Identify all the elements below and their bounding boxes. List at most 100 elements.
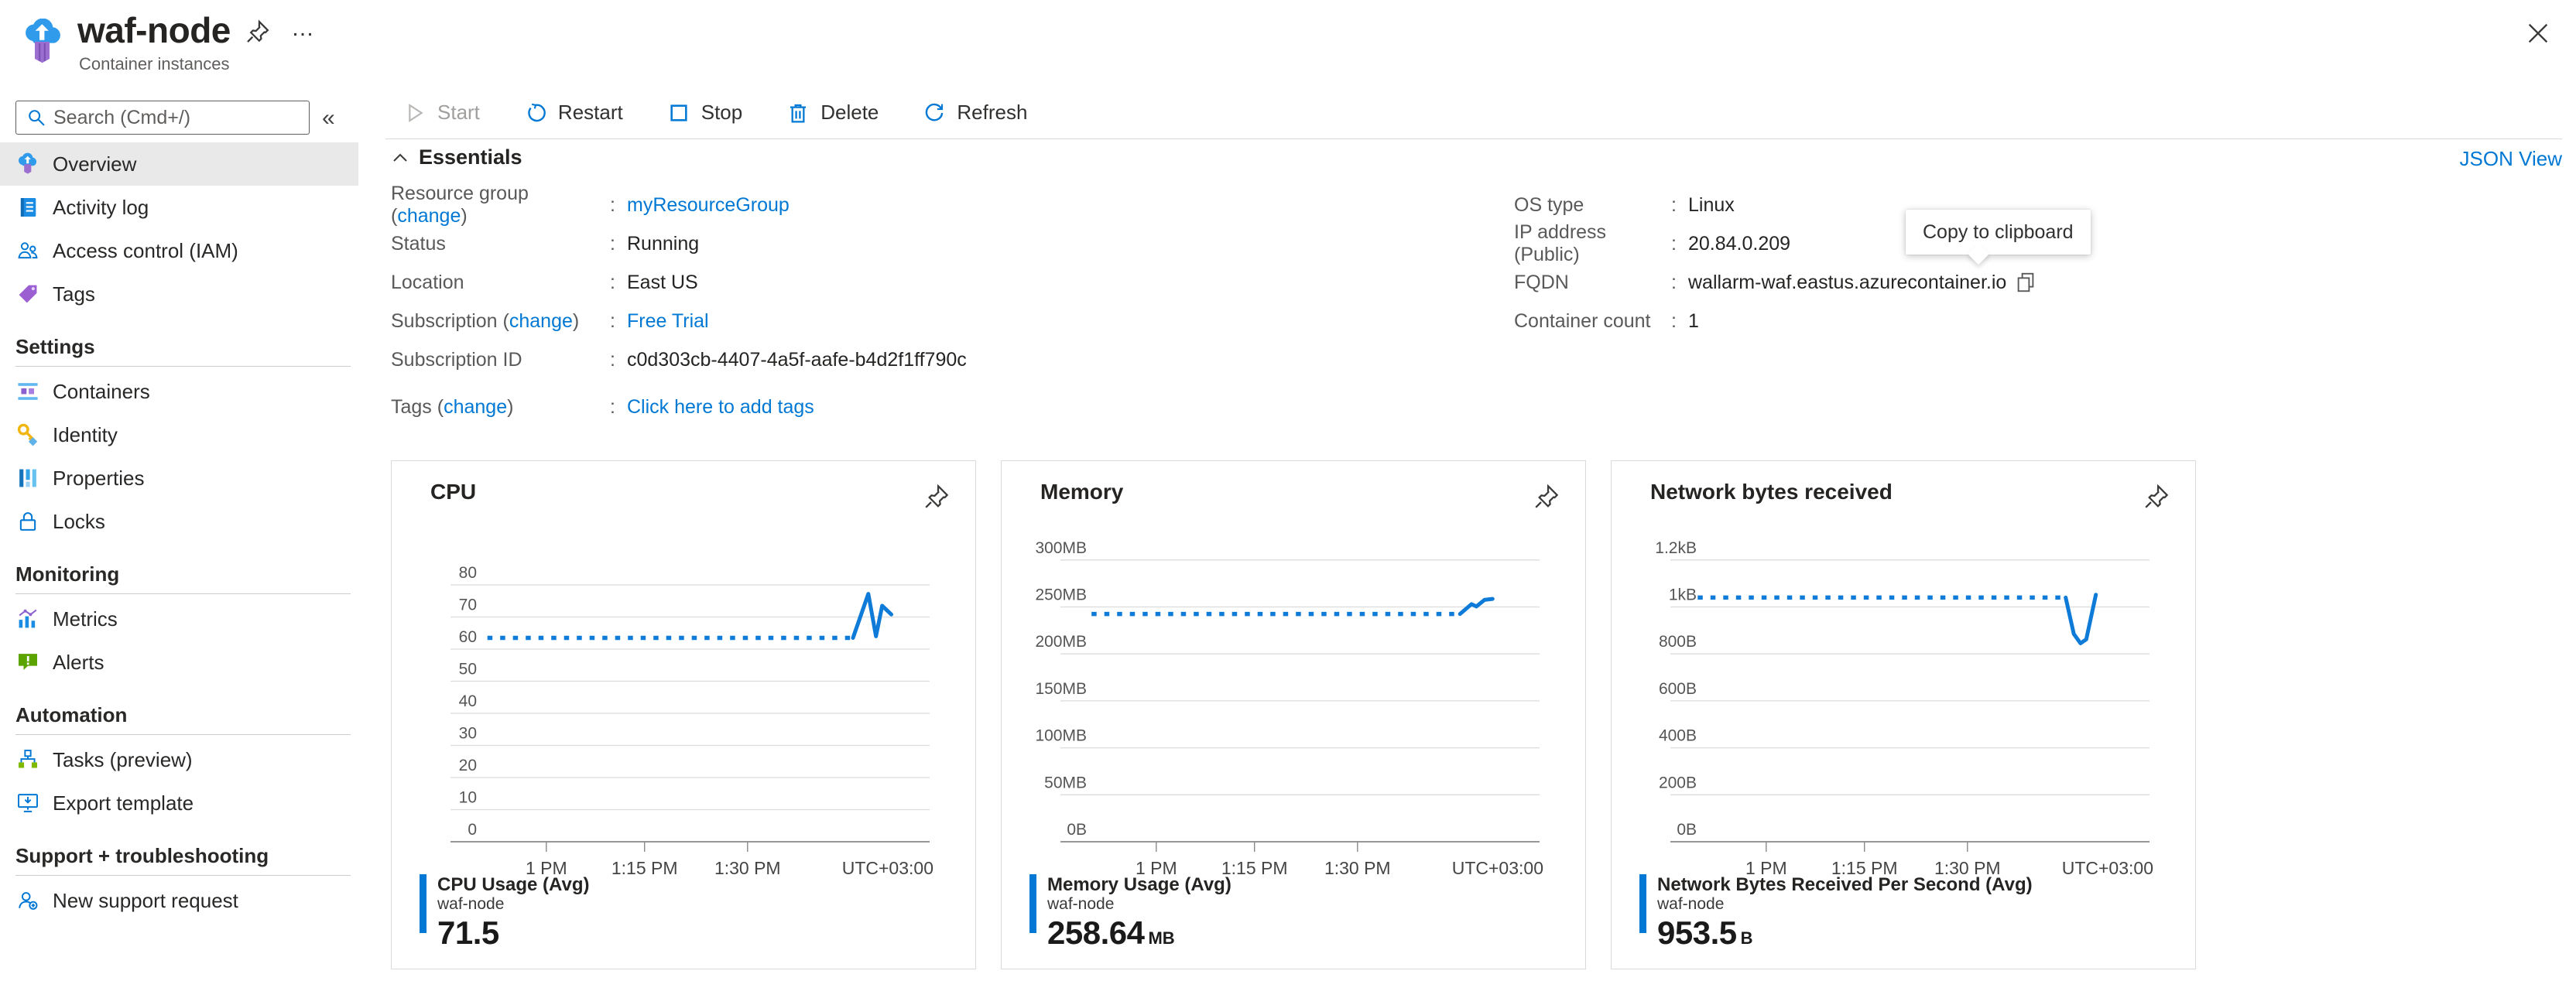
delete-button[interactable]: Delete	[786, 101, 879, 125]
sidebar-item-label: Containers	[53, 380, 150, 404]
add-tags-link[interactable]: Click here to add tags	[627, 396, 814, 419]
ip-address-value: 20.84.0.209	[1688, 233, 1790, 255]
refresh-label: Refresh	[957, 101, 1027, 125]
restart-button[interactable]: Restart	[523, 101, 623, 125]
divider	[15, 366, 351, 367]
start-label: Start	[437, 101, 480, 125]
refresh-icon	[922, 101, 947, 125]
start-button[interactable]: Start	[402, 101, 480, 125]
pin-icon[interactable]	[245, 19, 271, 45]
os-type-value: Linux	[1688, 194, 1735, 217]
chart-title: CPU	[430, 480, 476, 504]
delete-label: Delete	[820, 101, 879, 125]
delete-icon	[786, 101, 810, 125]
change-tags-link[interactable]: change	[444, 396, 507, 418]
sidebar-item-access-control[interactable]: Access control (IAM)	[0, 229, 358, 272]
subscription-value[interactable]: Free Trial	[627, 310, 709, 333]
refresh-button[interactable]: Refresh	[922, 101, 1027, 125]
network-chart-card: Network bytes received 1.2kB1kB800B600B4…	[1611, 460, 2196, 969]
cpu-legend: CPU Usage (Avg) waf-node 71.5	[420, 874, 589, 952]
sidebar: « Overview Activity log	[0, 87, 358, 922]
svg-text:1:30 PM: 1:30 PM	[714, 858, 781, 878]
svg-text:0B: 0B	[1067, 821, 1087, 839]
svg-text:UTC+03:00: UTC+03:00	[842, 858, 933, 878]
sidebar-item-tasks-preview[interactable]: Tasks (preview)	[0, 738, 358, 781]
essentials-left-column: Resource group (change) : myResourceGrou…	[391, 186, 1459, 426]
command-toolbar: Start Restart Stop Delete Refresh	[385, 87, 2562, 139]
tags-icon	[15, 282, 40, 306]
sidebar-item-activity-log[interactable]: Activity log	[0, 186, 358, 229]
memory-legend: Memory Usage (Avg) waf-node 258.64MB	[1029, 874, 1231, 952]
sidebar-item-alerts[interactable]: Alerts	[0, 641, 358, 684]
collapse-sidebar-icon[interactable]: «	[322, 105, 335, 132]
svg-text:400B: 400B	[1659, 727, 1697, 745]
status-value: Running	[627, 233, 699, 255]
change-subscription-link[interactable]: change	[509, 310, 573, 332]
search-input[interactable]	[53, 107, 309, 129]
sidebar-item-label: Export template	[53, 791, 194, 815]
cpu-chart-plot: 807060504030201001 PM1:15 PM1:30 PMUTC+0…	[392, 535, 976, 887]
activity-log-icon	[15, 195, 40, 220]
pin-chart-icon[interactable]	[1533, 483, 1560, 511]
sidebar-item-overview[interactable]: Overview	[0, 142, 358, 186]
properties-icon	[15, 466, 40, 490]
start-icon	[402, 101, 427, 125]
essentials-title: Essentials	[419, 145, 522, 169]
sidebar-item-label: Tasks (preview)	[53, 748, 193, 772]
divider	[15, 734, 351, 735]
copy-icon[interactable]	[2014, 271, 2037, 294]
network-current-value: 953.5	[1657, 914, 1737, 951]
svg-text:50MB: 50MB	[1044, 774, 1087, 791]
pin-chart-icon[interactable]	[923, 483, 951, 511]
sidebar-section-monitoring: Monitoring Metrics Alerts	[0, 562, 358, 684]
sidebar-item-metrics[interactable]: Metrics	[0, 597, 358, 641]
sidebar-item-label: Access control (IAM)	[53, 239, 238, 263]
chart-title: Memory	[1040, 480, 1123, 504]
svg-text:50: 50	[459, 661, 477, 678]
json-view-link[interactable]: JSON View	[2460, 147, 2562, 171]
svg-text:60: 60	[459, 628, 477, 646]
svg-text:10: 10	[459, 789, 477, 807]
stop-icon	[666, 101, 691, 125]
svg-text:20: 20	[459, 757, 477, 774]
svg-text:200MB: 200MB	[1035, 633, 1087, 651]
sidebar-item-export-template[interactable]: Export template	[0, 781, 358, 825]
change-resource-group-link[interactable]: change	[397, 205, 461, 227]
containers-icon	[15, 379, 40, 404]
tasks-icon	[15, 747, 40, 772]
memory-current-value: 258.64	[1047, 914, 1144, 951]
svg-text:250MB: 250MB	[1035, 586, 1087, 604]
access-control-icon	[15, 238, 40, 263]
sidebar-item-identity[interactable]: Identity	[0, 413, 358, 456]
memory-chart-plot: 300MB250MB200MB150MB100MB50MB0B1 PM1:15 …	[1002, 535, 1586, 887]
stop-button[interactable]: Stop	[666, 101, 743, 125]
export-template-icon	[15, 791, 40, 815]
alerts-icon	[15, 650, 40, 675]
tags-row: Tags (change) : Click here to add tags	[391, 388, 1459, 426]
section-title: Support + troubleshooting	[0, 844, 358, 873]
sidebar-item-label: Tags	[53, 282, 95, 306]
chart-title: Network bytes received	[1650, 480, 1893, 504]
sidebar-item-locks[interactable]: Locks	[0, 500, 358, 543]
sidebar-item-label: Locks	[53, 510, 105, 534]
svg-text:150MB: 150MB	[1035, 680, 1087, 698]
svg-text:UTC+03:00: UTC+03:00	[1452, 858, 1543, 878]
sidebar-item-tags[interactable]: Tags	[0, 272, 358, 316]
resource-group-row: Resource group (change) : myResourceGrou…	[391, 186, 1459, 224]
azure-container-instance-overview: waf-node Container instances … «	[0, 0, 2576, 981]
close-icon[interactable]	[2525, 20, 2551, 46]
svg-text:70: 70	[459, 596, 477, 614]
svg-text:30: 30	[459, 725, 477, 743]
sidebar-item-containers[interactable]: Containers	[0, 370, 358, 413]
pin-chart-icon[interactable]	[2143, 483, 2170, 511]
cpu-chart-card: CPU 807060504030201001 PM1:15 PM1:30 PMU…	[391, 460, 976, 969]
essentials-toggle[interactable]: Essentials	[391, 145, 522, 169]
sidebar-item-properties[interactable]: Properties	[0, 456, 358, 500]
sidebar-search	[15, 101, 310, 135]
resource-group-value[interactable]: myResourceGroup	[627, 194, 790, 217]
cpu-current-value: 71.5	[437, 914, 499, 951]
more-options-icon[interactable]: …	[291, 15, 316, 42]
sidebar-item-new-support-request[interactable]: New support request	[0, 879, 358, 922]
page-header: waf-node Container instances …	[0, 0, 2576, 85]
legend-color-bar	[1029, 874, 1036, 933]
